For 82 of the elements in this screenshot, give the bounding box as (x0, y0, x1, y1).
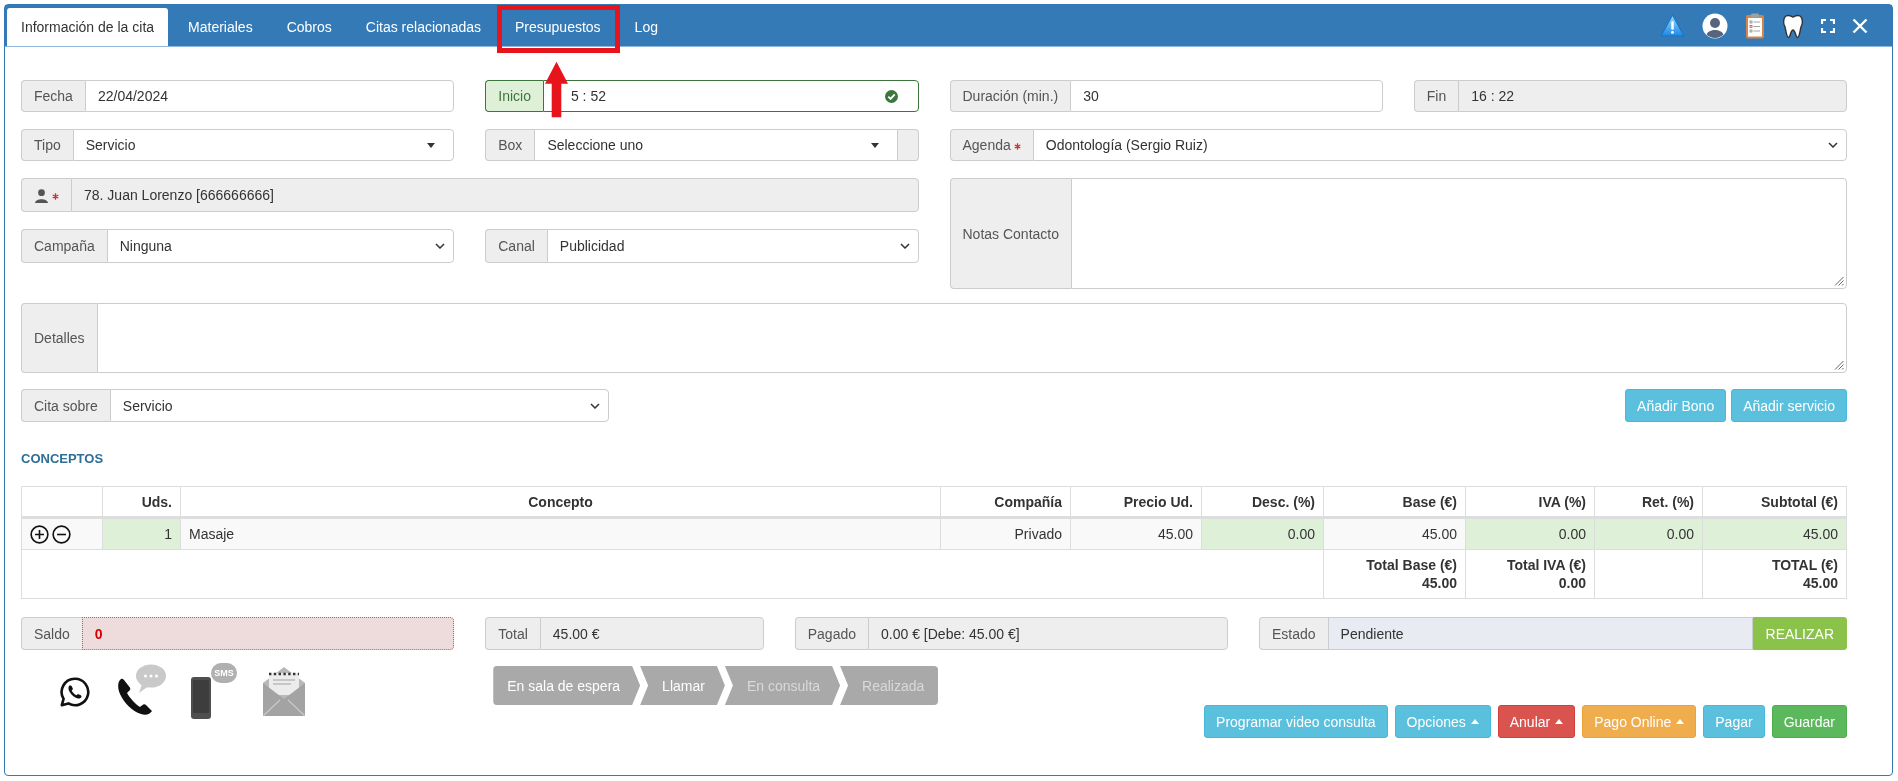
field-label: Inicio (485, 80, 543, 112)
section-title: CONCEPTOS (21, 451, 104, 467)
field-label: Tipo (21, 129, 73, 161)
close-icon[interactable] (1852, 17, 1868, 34)
table-cell: 45.00 (1323, 517, 1466, 550)
field-label: Detalles (21, 303, 97, 373)
chevron-down-icon (590, 402, 600, 409)
chevron-down-icon (899, 243, 910, 249)
status-field[interactable]: Pendiente (1327, 617, 1753, 650)
resize-handle-icon (1834, 276, 1844, 286)
resize-handle-icon (1834, 360, 1844, 370)
tab[interactable]: Presupuestos (498, 8, 618, 46)
balance-field[interactable]: 0 (81, 617, 455, 650)
user-icon (34, 187, 49, 203)
time-field[interactable]: 16 : 22 (1458, 80, 1847, 112)
field-label: Cita sobre (21, 389, 110, 422)
plus-circle-icon[interactable] (30, 524, 49, 544)
field-label: Notas Contacto (949, 178, 1071, 289)
field-label: Estado (1259, 617, 1328, 650)
select-field[interactable]: Publicidad (546, 229, 919, 263)
total-label: Total Base (€) (1365, 556, 1457, 574)
caret-down-icon (427, 142, 436, 148)
phone-call-icon[interactable] (115, 663, 167, 717)
date-field[interactable]: 22/04/2024 (84, 80, 455, 112)
duration-field[interactable]: 30 (1070, 80, 1383, 112)
patient-field[interactable]: 78. Juan Lorenzo [666666666] (71, 178, 919, 212)
tab[interactable]: Cobros (269, 8, 349, 46)
select-field[interactable]: Odontología (Sergio Ruiz) (1032, 129, 1847, 161)
total-label: Total IVA (€) (1505, 556, 1586, 574)
field-label: Agenda (962, 137, 1011, 153)
paid-field[interactable]: 0.00 € [Debe: 45.00 €] (868, 617, 1228, 650)
table-cell: Masaje (180, 517, 941, 550)
select-field[interactable]: Ninguna (106, 229, 455, 263)
up-arrow-icon (544, 61, 568, 118)
total-value: 0.00 (1557, 574, 1586, 592)
field-label: Pagado (794, 617, 869, 650)
field-label: Fin (1413, 80, 1459, 112)
field-label: Total (485, 617, 540, 650)
total-value: 45.00 (1801, 574, 1838, 592)
warning-icon[interactable] (1660, 14, 1685, 37)
caret-up-icon (1676, 719, 1685, 724)
select-field[interactable]: Servicio (109, 389, 609, 422)
table-cell: 0.00 (1465, 517, 1595, 550)
time-field[interactable]: 5 : 52 (542, 80, 919, 112)
total-label: TOTAL (€) (1770, 556, 1838, 574)
chevron-down-icon (1828, 142, 1838, 148)
field-label: Canal (485, 229, 547, 263)
action-button[interactable]: Guardar (1771, 705, 1847, 738)
status-step[interactable]: En sala de espera (493, 666, 641, 705)
chat-phone-icon[interactable] (59, 676, 91, 708)
caret-up-icon (1555, 719, 1564, 724)
dropdown-field[interactable]: Servicio (72, 129, 455, 161)
table-cell: 0.00 (1594, 517, 1703, 550)
field-label: Duración (min.) (949, 80, 1071, 112)
field-label: Campaña (21, 229, 107, 263)
table-cell: Privado (940, 517, 1071, 550)
fullscreen-icon[interactable] (1821, 18, 1835, 33)
chevron-down-icon (435, 243, 446, 249)
tab[interactable]: Información de la cita (7, 8, 169, 46)
field-label: Box (485, 129, 535, 161)
field-label: Fecha (21, 80, 85, 112)
table-cell: 45.00 (1702, 517, 1847, 550)
total-field[interactable]: 45.00 € (539, 617, 764, 650)
check-circle-icon (884, 89, 898, 103)
table-cell: 1 (102, 517, 181, 550)
clipboard-icon[interactable] (1745, 12, 1765, 39)
status-step[interactable]: Llamar (640, 666, 725, 705)
total-value: 45.00 (1420, 574, 1457, 592)
minus-circle-icon[interactable] (52, 524, 71, 544)
dropdown-button[interactable]: Anular (1497, 705, 1576, 738)
table-cell: 0.00 (1201, 517, 1324, 550)
table-cell: 45.00 (1070, 517, 1202, 550)
mobile-phone-icon (191, 677, 211, 719)
caret-up-icon (1470, 719, 1479, 724)
user-avatar-icon[interactable] (1702, 12, 1728, 39)
caret-down-icon (870, 142, 879, 148)
tab[interactable]: Materiales (171, 8, 270, 46)
tab[interactable]: Log (617, 8, 675, 46)
tooth-icon[interactable] (1782, 12, 1804, 39)
field-label: Saldo (21, 617, 82, 650)
tab[interactable]: Citas relacionadas (348, 8, 498, 46)
dropdown-field[interactable]: Seleccione uno (534, 129, 898, 161)
